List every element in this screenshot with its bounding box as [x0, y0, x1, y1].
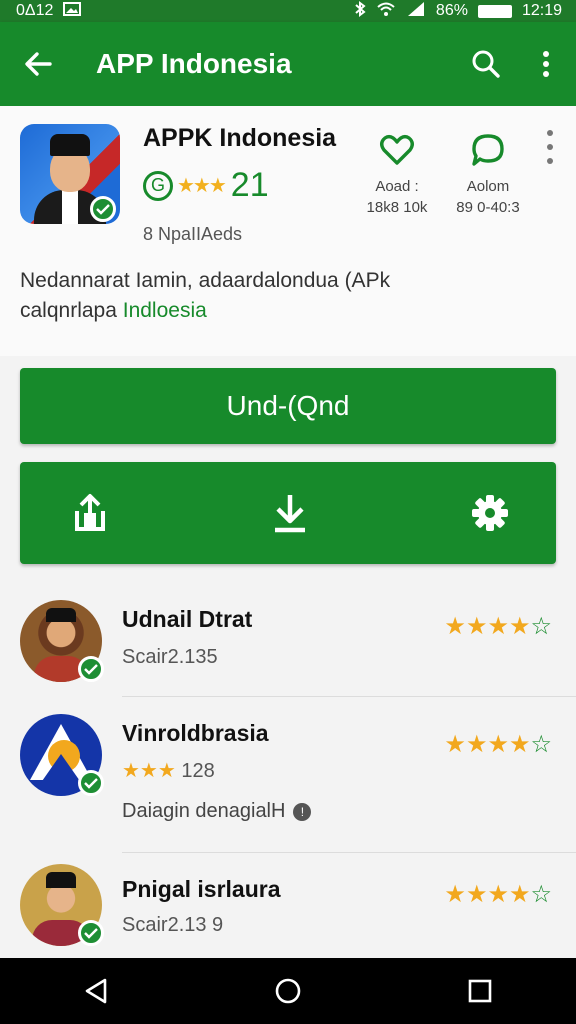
nav-back-button[interactable]	[66, 961, 126, 1021]
bluetooth-icon	[354, 0, 366, 22]
list-item-extra-text: Daiagin denagialH	[122, 800, 286, 822]
info-icon[interactable]: !	[293, 802, 312, 821]
list-item-subtitle: Scair2.135	[122, 646, 218, 668]
list-item-subtitle: ★★★ 128	[122, 758, 215, 783]
comment-label: Aolom	[466, 178, 510, 195]
verified-check-icon	[78, 920, 104, 946]
chat-bubble-icon	[472, 134, 504, 166]
overflow-menu-button[interactable]	[516, 22, 576, 106]
circle-home-icon	[275, 978, 301, 1004]
triangle-back-icon	[85, 978, 107, 1004]
verified-check-icon	[78, 770, 104, 796]
description-line-2: calqnrlapa Indloesia	[20, 296, 560, 326]
list-item-avatar[interactable]	[20, 714, 104, 798]
favorite-action[interactable]: Aoad : 18k8 10k	[352, 128, 442, 216]
download-icon	[275, 495, 305, 533]
install-button[interactable]: Und-(Qnd	[20, 368, 556, 444]
page-title: APP Indonesia	[96, 48, 292, 79]
rating-badge-icon: G	[143, 170, 173, 201]
status-time-left: 0Δ12	[16, 2, 54, 19]
rating-stars: ★★★	[177, 175, 227, 197]
status-bar: 0Δ12 86% 12:19	[0, 0, 576, 22]
description-prefix: calqnrlapa	[20, 299, 123, 322]
battery-percent: 86%	[435, 2, 468, 19]
list-item-title[interactable]: Pnigal isrlaura	[122, 876, 281, 903]
comment-count: 89 0-40:3	[456, 199, 520, 216]
app-bar: APP Indonesia	[0, 22, 576, 106]
list-item-subtitle-value: 128	[181, 760, 215, 782]
gear-icon	[472, 495, 508, 531]
list-item-title[interactable]: Vinroldbrasia	[122, 720, 269, 747]
list-item-title[interactable]: Udnail Dtrat	[122, 606, 252, 633]
download-button[interactable]	[260, 483, 320, 543]
app-description: Nedannarat Iamin, adaardalondua (APk cal…	[20, 266, 560, 326]
share-icon	[75, 494, 105, 531]
heart-icon	[380, 134, 414, 165]
search-icon	[472, 50, 500, 78]
favorite-label: Aoad :	[375, 178, 419, 195]
back-button[interactable]	[0, 22, 76, 106]
share-button[interactable]	[60, 483, 120, 543]
description-line-1: Nedannarat Iamin, adaardalondua (APk	[20, 269, 391, 292]
list-item-rating: ★★★★☆	[444, 613, 552, 640]
arrow-left-icon	[25, 52, 52, 76]
battery-icon	[477, 4, 512, 18]
action-toolbar	[20, 462, 556, 564]
inline-rating-stars: ★★★	[122, 760, 176, 782]
signal-icon	[406, 1, 426, 22]
list-item-rating: ★★★★☆	[444, 881, 552, 908]
nav-recents-button[interactable]	[450, 961, 510, 1021]
app-rating: G ★★★ 21	[143, 166, 269, 205]
search-button[interactable]	[456, 22, 516, 106]
square-recents-icon	[468, 979, 492, 1003]
list-item-subtitle: Scair2.13 9	[122, 914, 224, 936]
verified-check-icon	[90, 196, 116, 222]
image-notification-icon	[63, 1, 82, 21]
rating-score: 21	[230, 166, 269, 204]
app-icon[interactable]	[20, 124, 120, 224]
verified-check-icon	[78, 656, 104, 682]
wifi-icon	[376, 1, 396, 22]
nav-home-button[interactable]	[258, 961, 318, 1021]
settings-button[interactable]	[460, 483, 520, 543]
app-name: APPK Indonesia	[143, 124, 337, 152]
favorite-count: 18k8 10k	[366, 199, 428, 216]
comment-action[interactable]: Aolom 89 0-40:3	[443, 128, 533, 216]
list-item-rating: ★★★★☆	[444, 731, 552, 758]
status-clock: 12:19	[521, 2, 562, 19]
list-item-avatar[interactable]	[20, 864, 104, 948]
description-highlight: Indloesia	[122, 299, 207, 322]
divider	[122, 852, 576, 853]
list-item-avatar[interactable]	[20, 600, 104, 684]
downloads-label: 8 NpaIIAeds	[143, 224, 243, 244]
more-vert-icon	[547, 130, 553, 136]
app-more-menu-button[interactable]	[538, 130, 562, 164]
divider	[122, 696, 576, 697]
list-item-extra: Daiagin denagialH!	[122, 800, 312, 823]
system-nav-bar	[0, 958, 576, 1024]
more-vert-icon	[543, 51, 549, 77]
